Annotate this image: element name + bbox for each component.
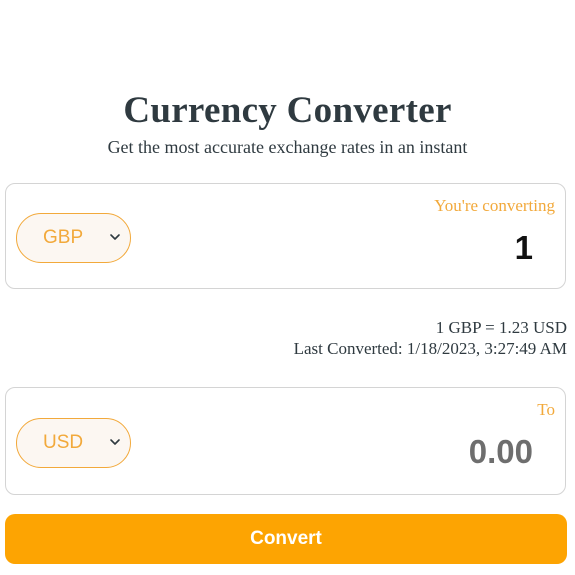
from-currency-select[interactable]: GBP [16, 213, 131, 263]
exchange-rate-summary: 1 GBP = 1.23 USD [435, 318, 567, 337]
to-currency-select[interactable]: USD [16, 418, 131, 468]
from-currency-value: GBP [43, 227, 84, 248]
chevron-down-icon [110, 234, 120, 240]
from-amount-input[interactable]: 1 [515, 228, 533, 268]
page-title: Currency Converter [123, 90, 452, 131]
to-currency-card: USD To 0.00 [5, 387, 566, 495]
to-amount-label: To [537, 400, 555, 419]
chevron-down-icon [110, 439, 120, 445]
exchange-rate-info: 1 GBP = 1.23 USD Last Converted: 1/18/20… [294, 317, 567, 359]
from-currency-card: GBP You're converting 1 [5, 183, 566, 289]
from-amount-label: You're converting [434, 196, 555, 215]
to-amount-output: 0.00 [468, 433, 533, 470]
currency-converter-page: Currency Converter Get the most accurate… [0, 0, 575, 575]
to-currency-value: USD [43, 432, 84, 453]
page-subtitle: Get the most accurate exchange rates in … [107, 137, 468, 157]
convert-button[interactable]: Convert [5, 514, 567, 564]
last-converted-timestamp: Last Converted: 1/18/2023, 3:27:49 AM [293, 339, 567, 358]
